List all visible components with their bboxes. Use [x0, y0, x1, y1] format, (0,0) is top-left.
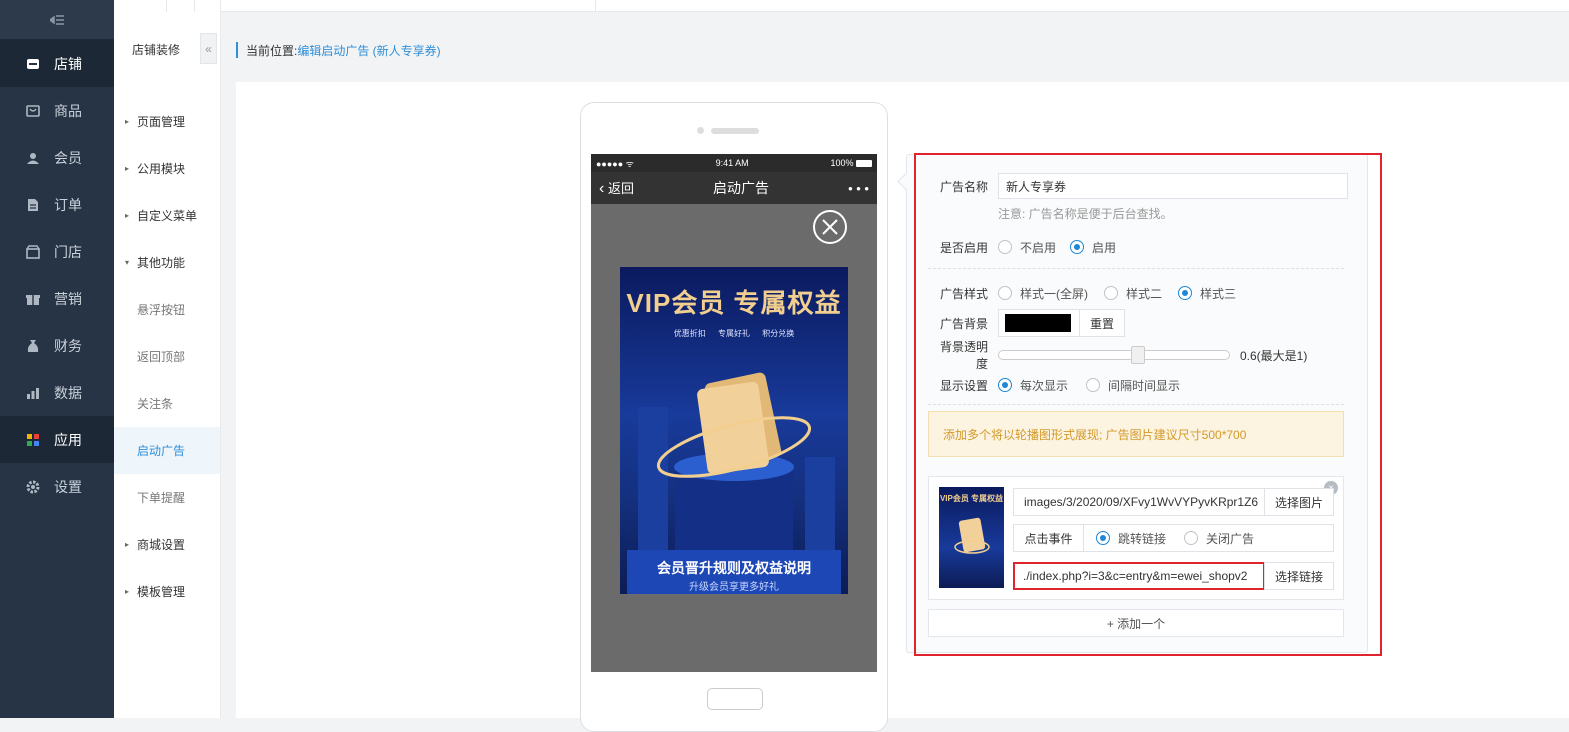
subnav-item[interactable]: ▸ 商城设置 [114, 521, 220, 568]
sidebar-item-label: 商品 [54, 102, 82, 119]
poster-tags: 优惠折扣 专属好礼 积分兑换 [673, 329, 795, 338]
subnav-collapse-button[interactable]: « [200, 33, 217, 64]
sidebar-item-label: 财务 [54, 337, 82, 354]
store-icon [26, 57, 40, 71]
status-signal: ●●●●● ᯤ [596, 158, 634, 169]
subnav-item[interactable]: ▸ 自定义菜单 [114, 192, 220, 239]
sidebar-item-gift[interactable]: 营销 [0, 275, 114, 322]
close-ad-icon[interactable] [813, 210, 847, 244]
member-icon [26, 151, 40, 165]
subnav-item[interactable]: ▾ 其他功能 [114, 239, 220, 286]
subnav-item[interactable]: 关注条 [114, 380, 220, 427]
sidebar-item-label: 应用 [54, 431, 82, 448]
highlight-box [914, 153, 1382, 656]
phone-screen: ●●●●● ᯤ 9:41 AM 100% ‹ 返回 启动广告 • • • VIP… [591, 154, 877, 672]
goods-icon [26, 104, 40, 118]
sidebar-item-chart[interactable]: 数据 [0, 369, 114, 416]
sidebar-item-label: 设置 [54, 478, 82, 495]
ad-poster-image: VIP会员 专属权益 优惠折扣 专属好礼 积分兑换 会员晋升规则及权益说明 升级… [620, 267, 848, 594]
phone-home-button [707, 688, 763, 710]
poster-footer-sub: 升级会员享更多好礼 [689, 582, 779, 593]
caret-right-icon: ▸ [125, 117, 130, 126]
phone-status-bar: ●●●●● ᯤ 9:41 AM 100% [591, 154, 877, 172]
chart-icon [26, 386, 40, 400]
sidebar-item-money-bag[interactable]: 财务 [0, 322, 114, 369]
more-icon[interactable]: • • • [848, 181, 869, 196]
sidebar-item-goods[interactable]: 商品 [0, 87, 114, 134]
sidebar-item-label: 门店 [54, 243, 82, 260]
sidebar-item-label: 会员 [54, 149, 82, 166]
subnav-item-label: 商城设置 [137, 538, 186, 552]
subnav-item[interactable]: ▸ 页面管理 [114, 98, 220, 145]
breadcrumb-current[interactable]: 编辑启动广告 (新人专享券) [297, 42, 440, 59]
subnav-item-label: 公用模块 [137, 162, 186, 176]
caret-right-icon: ▸ [125, 540, 130, 549]
caret-right-icon: ▸ [125, 587, 130, 596]
sidebar-item-member[interactable]: 会员 [0, 134, 114, 181]
subnav-item-label: 启动广告 [137, 444, 186, 458]
shop-icon [26, 244, 40, 259]
subnav-item-label: 关注条 [137, 397, 174, 411]
subnav-item-label: 页面管理 [137, 115, 186, 129]
subnav-item[interactable]: 返回顶部 [114, 333, 220, 380]
subnav-item[interactable]: ▸ 模板管理 [114, 568, 220, 615]
subnav-item-label: 返回顶部 [137, 350, 186, 364]
subnav-item[interactable]: ▸ 公用模块 [114, 145, 220, 192]
sidebar-item-gear[interactable]: 设置 [0, 463, 114, 510]
poster-card-illustration [638, 372, 835, 552]
main-sidebar: 店铺商品会员订单门店营销财务数据应用设置 [0, 0, 114, 718]
gear-icon [26, 480, 40, 494]
phone-title: 启动广告 [713, 180, 770, 196]
breadcrumb-prefix: 当前位置: [246, 43, 298, 58]
money-bag-icon [26, 339, 40, 353]
poster-headline: VIP会员 专属权益 [626, 288, 842, 318]
top-bar [166, 0, 1569, 12]
caret-down-icon: ▾ [125, 258, 130, 267]
chevron-left-icon: ‹ [599, 180, 605, 197]
sidebar-item-label: 店铺 [54, 55, 82, 72]
sidebar-item-label: 数据 [54, 384, 82, 401]
caret-right-icon: ▸ [125, 211, 130, 220]
sidebar-toggle-icon[interactable] [0, 0, 114, 40]
phone-camera [697, 127, 704, 134]
subnav-item[interactable]: 启动广告 [114, 427, 220, 474]
subnav-item-label: 下单提醒 [137, 491, 186, 505]
subnav-item[interactable]: 下单提醒 [114, 474, 220, 521]
phone-back-button[interactable]: ‹ 返回 [599, 178, 634, 198]
poster-footer: 会员晋升规则及权益说明 升级会员享更多好礼 [627, 550, 841, 594]
sidebar-item-store[interactable]: 店铺 [0, 40, 114, 87]
gift-icon [26, 292, 40, 306]
sidebar-item-order[interactable]: 订单 [0, 181, 114, 228]
apps-icon [26, 433, 40, 447]
caret-right-icon: ▸ [125, 164, 130, 173]
sub-navigation: 店铺装修 « ▸ 页面管理 ▸ 公用模块 ▸ 自定义菜单 ▾ 其他功能 悬浮按钮 返回顶部 关注条启… [114, 0, 221, 718]
sidebar-item-label: 营销 [54, 290, 82, 307]
phone-nav-bar: ‹ 返回 启动广告 • • • [591, 172, 877, 204]
subnav-item-label: 自定义菜单 [137, 209, 198, 223]
sidebar-item-apps[interactable]: 应用 [0, 416, 114, 463]
subnav-item-label: 模板管理 [137, 585, 186, 599]
order-icon [26, 198, 40, 212]
subnav-item-label: 悬浮按钮 [137, 303, 186, 317]
status-battery: 100% [830, 158, 872, 168]
status-time: 9:41 AM [715, 158, 749, 168]
phone-speaker [711, 128, 759, 134]
subnav-item[interactable]: 悬浮按钮 [114, 286, 220, 333]
subnav-item-label: 其他功能 [137, 256, 186, 270]
breadcrumb: 当前位置: 编辑启动广告 (新人专享券) [236, 42, 441, 58]
sidebar-item-label: 订单 [54, 196, 82, 213]
sidebar-item-shop[interactable]: 门店 [0, 228, 114, 275]
poster-footer-title: 会员晋升规则及权益说明 [657, 560, 811, 576]
